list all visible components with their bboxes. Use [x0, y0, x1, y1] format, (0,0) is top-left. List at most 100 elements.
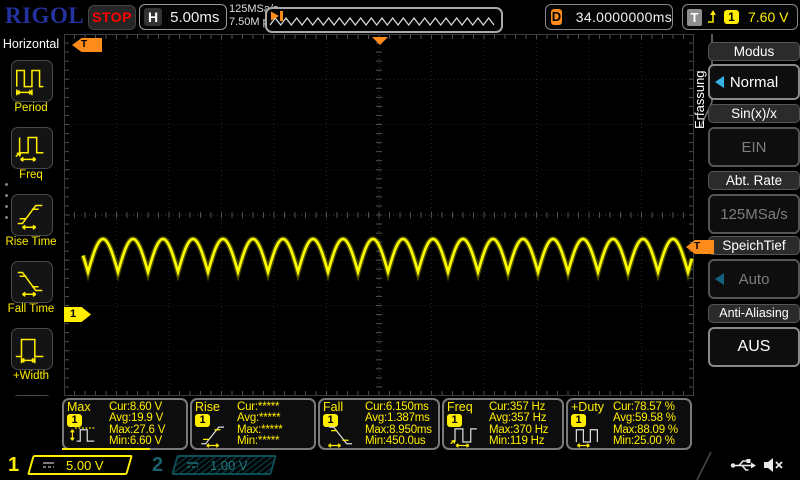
dc-coupling-icon: [185, 460, 200, 470]
measurement-box-freq: Freq 1 Cur:357 Hz Avg:357 Hz Max:370 Hz …: [442, 398, 564, 450]
rise-time-icon: [12, 195, 50, 233]
channel1-scale: 5.00 V: [66, 458, 104, 473]
delay-box: D 34.0000000ms: [545, 4, 673, 30]
measurement-avg: Avg:357 Hz: [489, 413, 548, 424]
timebase-value: 5.00ms: [170, 9, 219, 26]
d-label: D: [551, 9, 562, 25]
horizontal-timebase-box: H 5.00ms: [139, 4, 227, 30]
menu-value-text: EIN: [741, 139, 766, 156]
menu-value-text: Normal: [730, 74, 778, 91]
menu-label-period: Period: [0, 102, 62, 114]
menu-tab-erfassung: Erfassung: [690, 35, 706, 131]
trigger-source-badge: 1: [724, 10, 739, 24]
channel2-number: 2: [152, 454, 163, 477]
measurement-avg: Avg:*****: [237, 413, 283, 424]
menu-value-text: Auto: [739, 271, 770, 288]
left-menu-title: Horizontal: [0, 37, 62, 51]
top-status-bar: RIGOL STOP H 5.00ms 125MSa/s 7.50M pts D…: [0, 0, 800, 33]
preview-waveform: [267, 9, 497, 31]
left-arrow-icon: [715, 273, 724, 285]
status-bar-separator: [696, 452, 712, 480]
menu-value-text: 125MSa/s: [720, 206, 788, 223]
t-label: T: [687, 9, 702, 26]
freq-icon: [448, 421, 490, 449]
menu-group-anti-aliasing: Anti-Aliasing AUS: [708, 304, 800, 367]
menu-scroll-dot: [5, 183, 8, 186]
dc-coupling-icon: [41, 460, 56, 470]
usb-icon: [730, 458, 756, 473]
menu-item-period[interactable]: [11, 60, 53, 102]
max-icon: [68, 421, 110, 449]
menu-group-sinx: Sin(x)/x EIN: [708, 104, 800, 167]
measurement-min: Min:*****: [237, 436, 283, 447]
brand-logo: RIGOL: [5, 3, 84, 29]
channel2-status-box[interactable]: 1.00 V: [171, 455, 277, 475]
menu-label-plus-width: +Width: [0, 370, 62, 382]
menu-item-plus-width[interactable]: [11, 328, 53, 370]
menu-value-text: AUS: [738, 338, 771, 356]
plus-width-icon: [12, 329, 50, 367]
waveform-display-area: [64, 34, 694, 396]
menu-label-freq: Freq: [0, 169, 62, 181]
menu-item-rise-time[interactable]: [11, 194, 53, 236]
measurement-name: Max: [67, 400, 91, 414]
measurement-name: +Duty: [571, 400, 604, 414]
measurement-min: Min:6.60 V: [109, 436, 165, 447]
measurement-box-fall: Fall 1 Cur:6.150ms Avg:1.387ms Max:8.950…: [318, 398, 440, 450]
measurement-avg: Avg:19.9 V: [109, 413, 165, 424]
delay-value: 34.0000000ms: [576, 9, 672, 25]
measurement-box-rise: Rise 1 Cur:***** Avg:***** Max:***** Min…: [190, 398, 316, 450]
menu-label-rise-time: Rise Time: [0, 236, 62, 248]
menu-tab-label: Erfassung: [692, 70, 707, 129]
menu-title-sinx: Sin(x)/x: [708, 104, 800, 123]
trigger-level-value: 7.60 V: [748, 9, 788, 25]
measurement-name: Freq: [447, 400, 473, 414]
trigger-position-bar-icon: [269, 10, 284, 22]
menu-scroll-dot: [5, 194, 8, 197]
memory-waveform-preview: [265, 7, 503, 33]
graticule: [64, 34, 694, 396]
rise-icon: [196, 421, 238, 449]
period-icon: [12, 61, 50, 99]
menu-value-anti-aliasing[interactable]: AUS: [708, 327, 800, 367]
measurement-box-max: Max 1 Cur:8.60 V Avg:19.9 V Max:27.6 V M…: [62, 398, 188, 450]
menu-title-modus: Modus: [708, 42, 800, 61]
menu-value-speichtief[interactable]: Auto: [708, 259, 800, 299]
trigger-box: T 1 7.60 V: [682, 4, 798, 30]
oscilloscope-screen: RIGOL STOP H 5.00ms 125MSa/s 7.50M pts D…: [0, 0, 800, 480]
measurement-box-duty: +Duty 1 Cur:78.57 % Avg:59.58 % Max:88.0…: [566, 398, 692, 450]
menu-scroll-dot: [5, 205, 8, 208]
run-stop-indicator: STOP: [88, 5, 136, 30]
menu-title-abt-rate: Abt. Rate: [708, 171, 800, 190]
menu-value-sinx[interactable]: EIN: [708, 127, 800, 167]
speaker-muted-icon: [762, 456, 786, 474]
menu-group-modus: Modus Normal: [708, 42, 800, 100]
freq-icon: [12, 128, 50, 166]
menu-group-speichtief: SpeichTief Auto: [708, 236, 800, 299]
menu-value-abt-rate[interactable]: 125MSa/s: [708, 194, 800, 234]
fall-icon: [324, 421, 366, 449]
fall-time-icon: [12, 262, 50, 300]
menu-value-modus[interactable]: Normal: [708, 64, 800, 100]
rising-edge-icon: [707, 9, 719, 25]
channel-status-bar: 1 5.00 V 2 1.00 V: [0, 452, 800, 480]
menu-item-fall-time[interactable]: [11, 261, 53, 303]
measurement-min: Min:25.00 %: [613, 436, 678, 447]
measurement-avg: Avg:1.387ms: [365, 413, 432, 424]
measurement-avg: Avg:59.58 %: [613, 413, 678, 424]
h-label: H: [144, 8, 162, 26]
measurement-name: Rise: [195, 400, 220, 414]
measurement-min: Min:450.0us: [365, 436, 432, 447]
menu-title-anti-aliasing: Anti-Aliasing: [708, 304, 800, 323]
channel1-status-box[interactable]: 5.00 V: [27, 455, 133, 475]
measurement-name: Fall: [323, 400, 343, 414]
selected-measurement-underline: [62, 448, 150, 450]
menu-label-fall-time: Fall Time: [0, 303, 62, 315]
menu-group-abt-rate: Abt. Rate 125MSa/s: [708, 171, 800, 234]
channel1-number: 1: [8, 454, 19, 477]
duty-icon: [572, 421, 614, 449]
measurement-min: Min:119 Hz: [489, 436, 548, 447]
left-arrow-icon: [715, 76, 724, 88]
menu-item-freq[interactable]: [11, 127, 53, 169]
menu-title-speichtief: SpeichTief: [708, 236, 800, 255]
